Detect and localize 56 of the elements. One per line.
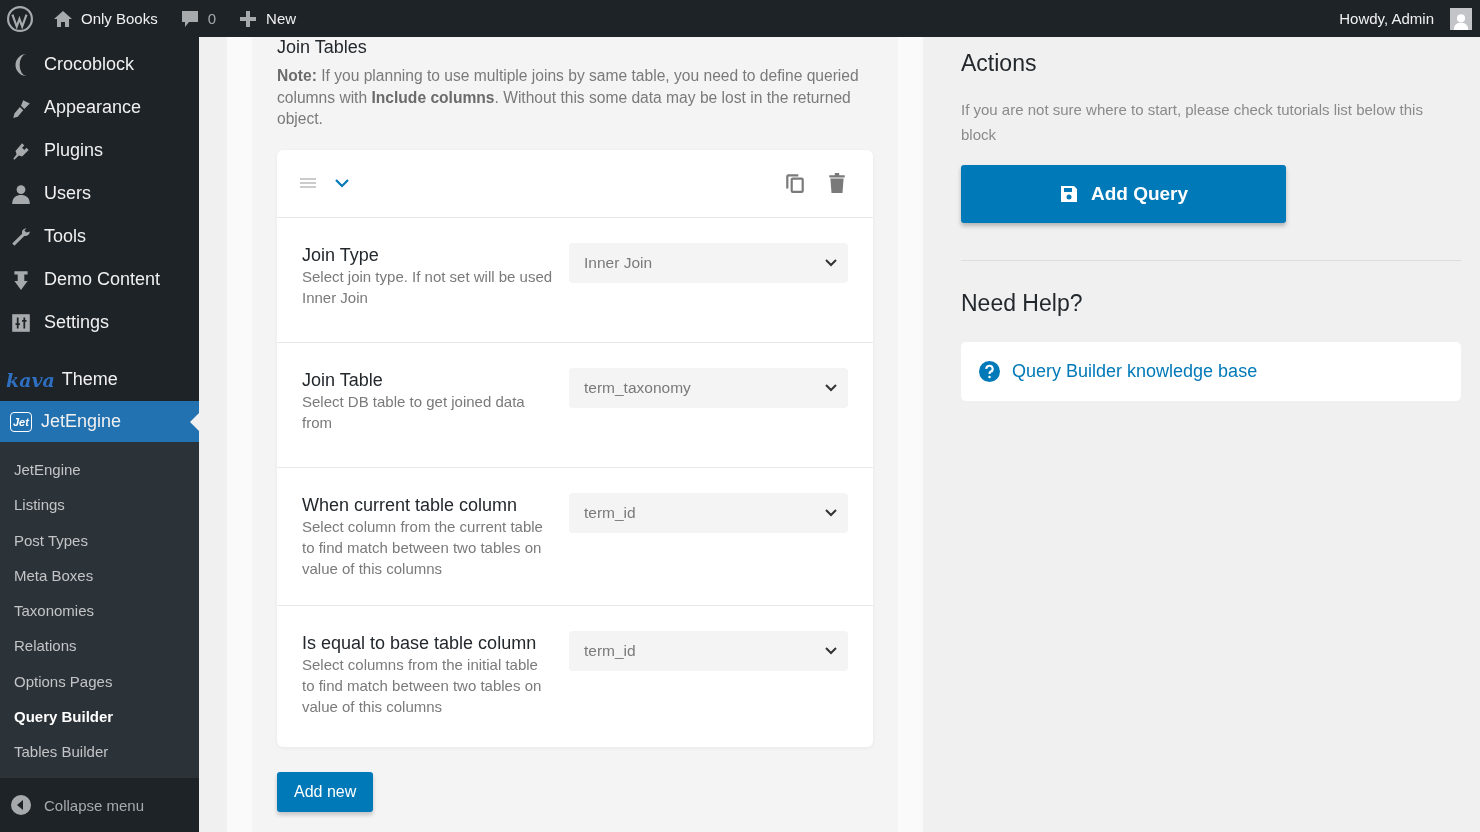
actions-title: Actions: [961, 49, 1038, 77]
site-name-link[interactable]: Only Books: [53, 8, 158, 29]
sidebar-menu-item[interactable]: Crocoblock: [0, 43, 199, 86]
add-query-button[interactable]: Add Query: [961, 165, 1286, 223]
copy-icon[interactable]: [784, 172, 806, 194]
sidebar-menu-item[interactable]: Jet JetEngine: [0, 401, 199, 442]
sidebar-menu-item[interactable]: Plugins: [0, 129, 199, 172]
field-description: Select columns from the initial table to find match between two tables on value of this columns: [302, 654, 543, 717]
comment-icon: [179, 8, 200, 29]
submenu-item[interactable]: Relations: [0, 628, 199, 664]
jetengine-logo: Jet: [10, 411, 32, 432]
submenu-item[interactable]: Query Builder: [0, 699, 199, 735]
comments-link[interactable]: 0: [179, 8, 217, 29]
submenu-item[interactable]: JetEngine: [0, 452, 199, 488]
submenu-item[interactable]: Meta Boxes: [0, 557, 199, 594]
field-label: Join Type: [302, 243, 380, 266]
submenu-item[interactable]: Post Types: [0, 522, 199, 558]
field-description: Select DB table to get joined data from: [302, 391, 526, 433]
avatar-icon: [1450, 7, 1472, 30]
field-label: Join Table: [302, 368, 384, 391]
sliders-icon: [10, 311, 32, 334]
new-link[interactable]: New: [238, 8, 297, 29]
select-field[interactable]: term_id: [569, 630, 848, 671]
field-description: Select join type. If not set will be used Inner Join: [302, 266, 554, 308]
home-icon: [53, 8, 73, 29]
select-field[interactable]: term_id: [569, 492, 848, 533]
field-label: When current table column: [302, 493, 519, 516]
submenu-item[interactable]: Taxonomies: [0, 593, 199, 629]
wrench-icon: [10, 225, 32, 248]
field-description: Select column from the current table to find match between two tables on value of this columns: [302, 516, 544, 579]
add-new-button[interactable]: Add new: [277, 771, 374, 812]
user-icon: [10, 182, 32, 205]
plus-icon: [238, 8, 259, 29]
help-title: Need Help?: [961, 289, 1084, 317]
sidebar-menu-item[interactable]: kava Theme: [0, 358, 199, 401]
field-label: Is equal to base table column: [302, 631, 538, 654]
submenu-item[interactable]: Options Pages: [0, 663, 199, 700]
account-link[interactable]: Howdy, Admin: [1339, 7, 1472, 30]
select-field[interactable]: term_taxonomy: [569, 367, 848, 408]
kava-logo: kava: [6, 368, 55, 391]
sidebar-menu-item[interactable]: Settings: [0, 301, 199, 344]
knowledge-base-link[interactable]: Query Builder knowledge base: [1012, 361, 1258, 382]
actions-text: If you are not sure where to start, please check tutorials list below this block: [961, 100, 1424, 145]
submenu-item[interactable]: Tables Builder: [0, 734, 199, 770]
collapse-menu-button[interactable]: Collapse menu: [0, 778, 199, 832]
section-title: Join Tables: [277, 37, 368, 57]
sidebar-menu-item[interactable]: Appearance: [0, 86, 199, 129]
help-icon: [979, 361, 1000, 382]
sidebar-menu-item[interactable]: Users: [0, 172, 199, 215]
submenu-item[interactable]: Listings: [0, 487, 199, 523]
sidebar-menu-item[interactable]: Demo Content: [0, 258, 199, 301]
trash-icon[interactable]: [826, 172, 848, 194]
select-field[interactable]: Inner Join: [569, 242, 848, 283]
wordpress-logo-icon[interactable]: [7, 5, 33, 32]
note-text: Note: If you planning to use multiple joins by same table, you need to define queried columns with Include columns. Without this some data may be lost in the returned object.: [277, 66, 860, 129]
sidebar-menu-item[interactable]: Tools: [0, 215, 199, 258]
